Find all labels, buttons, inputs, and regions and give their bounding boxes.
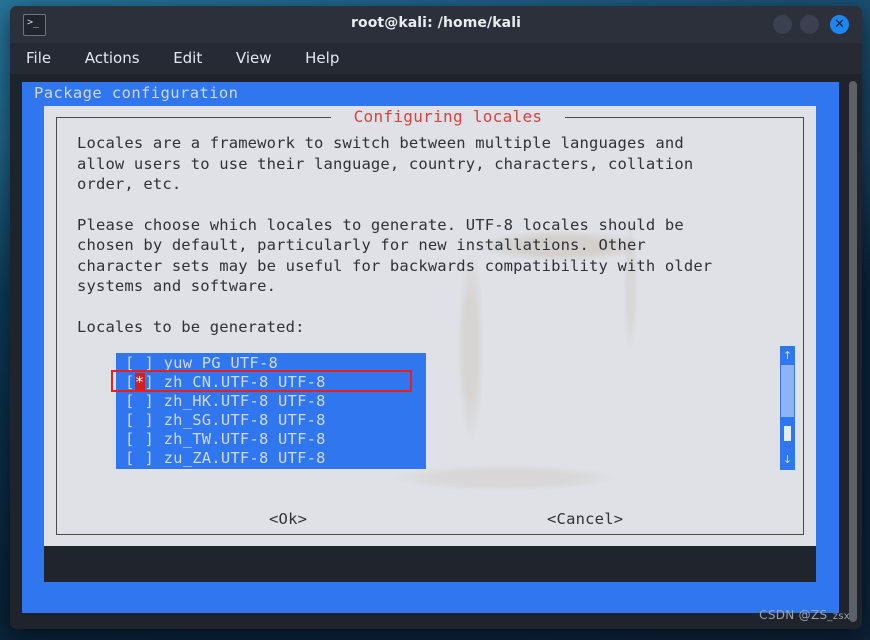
checkbox-checked[interactable]: * [134, 373, 145, 392]
checkbox-empty[interactable] [135, 392, 145, 411]
watermark: CSDN @ZS_zsx [759, 608, 850, 622]
paragraph-list-label: Locales to be generated: [77, 317, 305, 336]
list-item-label: yuw_PG UTF-8 [163, 354, 279, 372]
menubar: File Actions Edit View Help [10, 43, 862, 74]
menu-item-help[interactable]: Help [305, 43, 339, 74]
minimize-button[interactable] [773, 15, 792, 34]
list-item[interactable]: [ ] zh_TW.UTF-8 UTF-8 [116, 430, 426, 449]
menu-item-view[interactable]: View [236, 43, 272, 74]
dialog-inner-frame: Configuring locales Locales are a framew… [56, 107, 804, 535]
terminal-window: >_ root@kali: /home/kali ✕ File Actions … [10, 6, 862, 629]
window-titlebar: >_ root@kali: /home/kali ✕ [10, 6, 862, 43]
window-title: root@kali: /home/kali [350, 15, 521, 31]
paragraph-intro: Locales are a framework to switch betwee… [77, 134, 694, 193]
cancel-button[interactable]: <Cancel> [547, 510, 623, 528]
list-item-label: zh_CN.UTF-8 UTF-8 [163, 373, 326, 391]
list-item[interactable]: [ ] zu_ZA.UTF-8 UTF-8 [116, 449, 426, 468]
ok-button[interactable]: <Ok> [269, 510, 307, 528]
locale-list-scrollbar[interactable]: ↑ ↓ [780, 346, 795, 470]
watermark-main: CSDN @ZS [759, 608, 828, 622]
list-item-label: zu_ZA.UTF-8 UTF-8 [163, 449, 326, 467]
checkbox-empty[interactable] [135, 449, 145, 468]
package-configuration-header: Package configuration [34, 84, 239, 102]
list-item[interactable]: [ ] yuw_PG UTF-8 [116, 354, 426, 373]
scrollbar-thumb[interactable] [781, 417, 794, 451]
checkbox-empty[interactable] [135, 354, 145, 373]
menu-item-file[interactable]: File [26, 43, 51, 74]
menu-item-actions[interactable]: Actions [85, 43, 140, 74]
watermark-sub: _zsx [827, 611, 850, 622]
checkbox-empty[interactable] [135, 430, 145, 449]
locale-listbox[interactable]: [ ] yuw_PG UTF-8 [*] zh_CN.UTF-8 UTF-8 [… [116, 353, 426, 469]
terminal-dark-strip [44, 546, 816, 582]
list-item-label: zh_TW.UTF-8 UTF-8 [163, 430, 326, 448]
scroll-up-arrow-icon[interactable]: ↑ [781, 347, 794, 365]
paragraph-instructions: Please choose which locales to generate.… [77, 215, 713, 296]
maximize-button[interactable] [800, 15, 819, 34]
terminal-scrollbar[interactable] [849, 81, 857, 622]
close-button[interactable]: ✕ [830, 15, 849, 34]
scroll-down-arrow-icon[interactable]: ↓ [781, 451, 794, 469]
list-item[interactable]: [*] zh_CN.UTF-8 UTF-8 [116, 373, 426, 392]
list-item[interactable]: [ ] zh_SG.UTF-8 UTF-8 [116, 411, 426, 430]
checkbox-empty[interactable] [135, 411, 145, 430]
terminal-body: Package configuration Configuring locale… [10, 74, 862, 629]
list-item[interactable]: [ ] zh_HK.UTF-8 UTF-8 [116, 392, 426, 411]
menu-item-edit[interactable]: Edit [173, 43, 202, 74]
dialog-body-text: Locales are a framework to switch betwee… [77, 133, 785, 337]
configuring-locales-dialog: Configuring locales Locales are a framew… [44, 106, 816, 546]
list-item-label: zh_HK.UTF-8 UTF-8 [163, 392, 326, 410]
dialog-title: Configuring locales [331, 107, 565, 126]
list-item-label: zh_SG.UTF-8 UTF-8 [163, 411, 326, 429]
